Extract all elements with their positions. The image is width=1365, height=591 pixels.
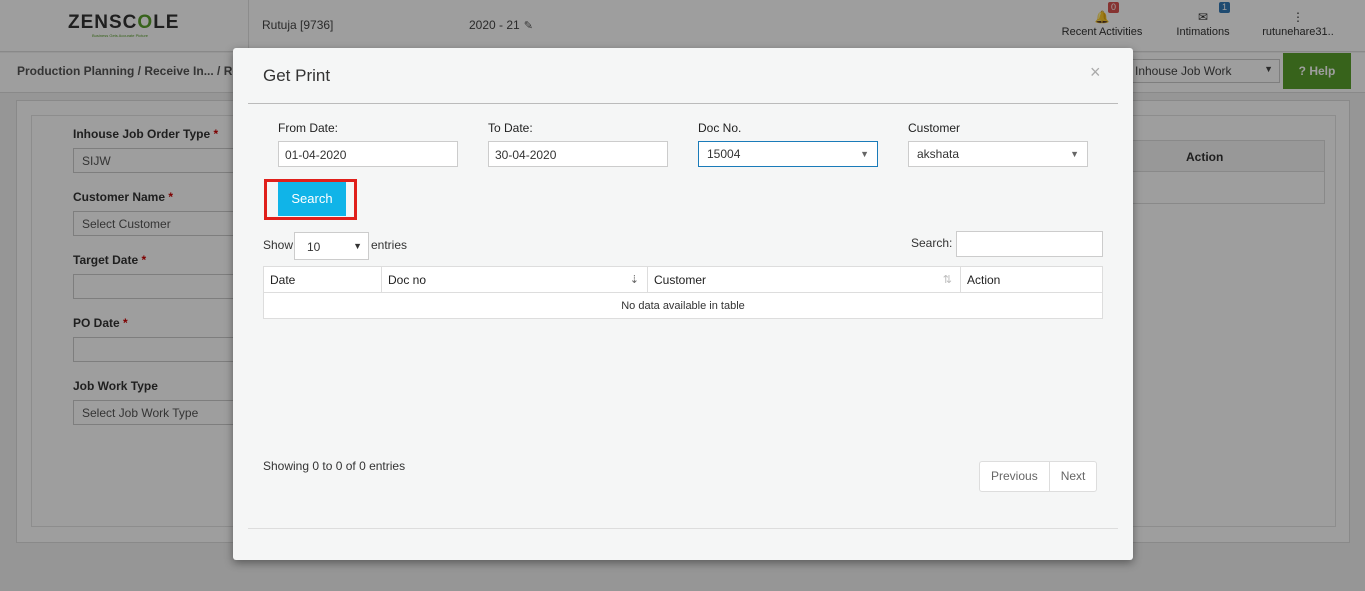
search-button[interactable]: Search (278, 182, 346, 216)
pagination: Previous Next (979, 461, 1098, 492)
from-date-input[interactable]: 01-04-2020 (278, 141, 458, 167)
sort-descending-icon: ⇣ (629, 274, 639, 286)
sort-icon: ⇅ (942, 274, 952, 286)
doc-no-select[interactable]: 15004 ▼ (698, 141, 878, 167)
entries-label: entries (371, 238, 408, 252)
customer-label: Customer (908, 121, 961, 135)
chevron-down-icon: ▼ (860, 149, 869, 159)
to-date-input[interactable]: 30-04-2020 (488, 141, 668, 167)
from-date-label: From Date: (278, 121, 339, 135)
table-row: No data available in table (263, 292, 1103, 319)
table-search-label: Search: (911, 236, 953, 250)
modal-header-divider (248, 103, 1118, 104)
modal-footer-divider (248, 528, 1118, 529)
get-print-modal: Get Print × From Date: 01-04-2020 To Dat… (233, 48, 1133, 560)
next-button[interactable]: Next (1050, 462, 1097, 491)
column-action: Action (960, 266, 1103, 293)
to-date-label: To Date: (488, 121, 533, 135)
table-info: Showing 0 to 0 of 0 entries (263, 459, 406, 473)
previous-button[interactable]: Previous (980, 462, 1049, 491)
modal-title: Get Print (263, 66, 331, 85)
empty-table-message: No data available in table (263, 292, 1103, 319)
customer-select[interactable]: akshata ▼ (908, 141, 1088, 167)
chevron-down-icon: ▼ (1070, 149, 1079, 159)
column-date[interactable]: Date (263, 266, 382, 293)
column-customer[interactable]: Customer ⇅ (647, 266, 961, 293)
column-doc-no[interactable]: Doc no ⇣ (381, 266, 648, 293)
print-results-table: Date Doc no ⇣ Customer ⇅ Action No data av… (263, 266, 1103, 319)
doc-no-label: Doc No. (698, 121, 742, 135)
show-label: Show (263, 238, 294, 252)
table-search-input[interactable] (956, 231, 1103, 257)
close-icon[interactable]: × (1090, 62, 1101, 83)
page-length-select[interactable]: 10 ▼ (294, 232, 369, 260)
caret-down-icon: ▼ (353, 241, 362, 251)
